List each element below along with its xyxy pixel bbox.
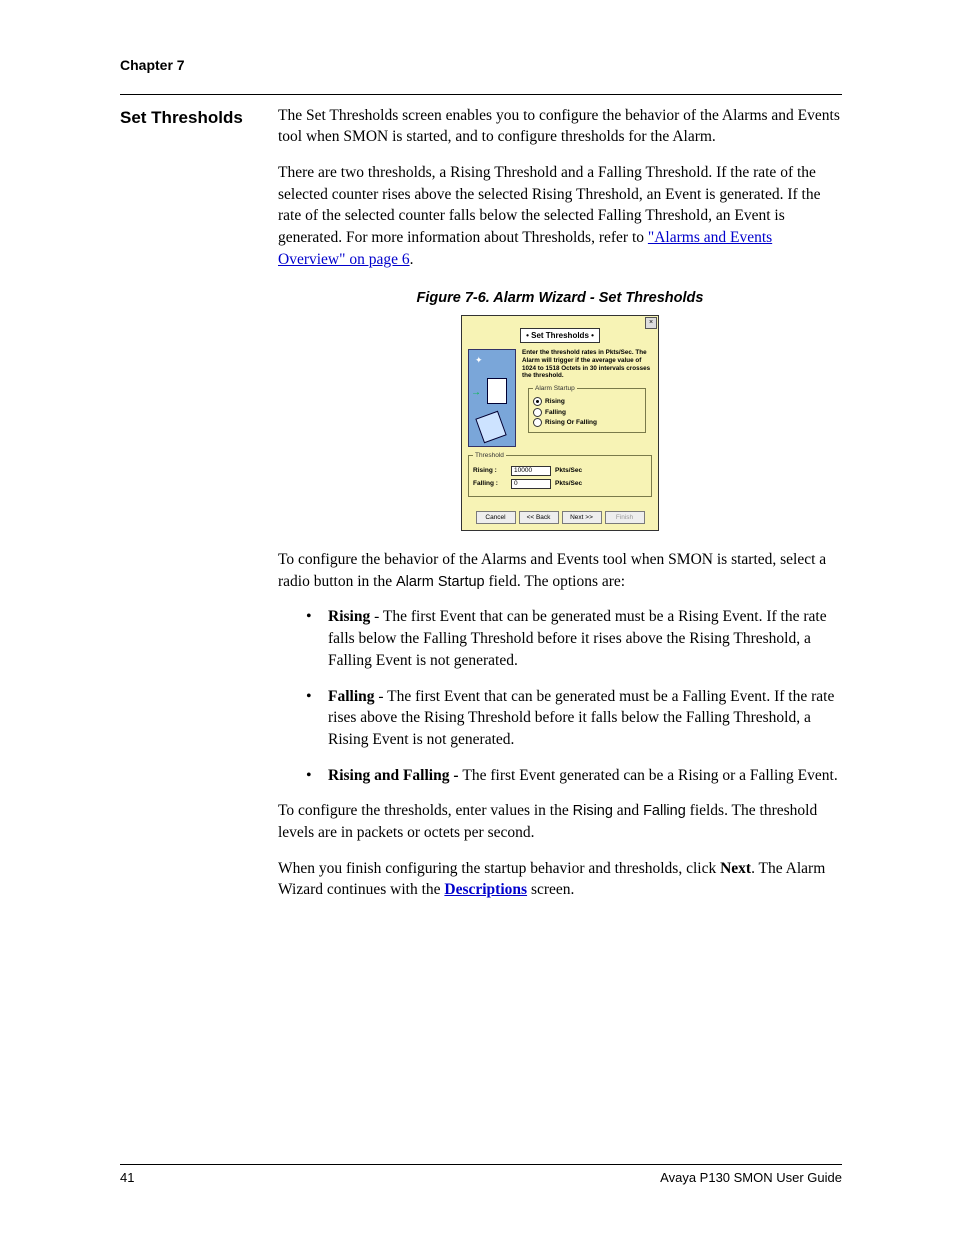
radio-rising-or-falling[interactable]: Rising Or Falling	[533, 418, 641, 427]
finish-button: Finish	[605, 511, 645, 524]
option-text: - The first Event that can be generated …	[328, 688, 834, 748]
next-button[interactable]: Next >>	[562, 511, 602, 524]
option-name: Rising	[328, 608, 370, 625]
text: screen.	[527, 881, 574, 898]
field-name: Alarm Startup	[396, 574, 485, 590]
rising-input[interactable]	[511, 466, 551, 476]
radio-icon	[533, 418, 542, 427]
figure-caption: Figure 7-6. Alarm Wizard - Set Threshold…	[278, 288, 842, 308]
list-item: Rising and Falling - The first Event gen…	[306, 765, 842, 787]
alarm-startup-group: Alarm Startup Rising Falling Rising Or F…	[528, 384, 646, 432]
paragraph-intro-1: The Set Thresholds screen enables you to…	[278, 105, 842, 148]
paragraph-next: When you finish configuring the startup …	[278, 858, 842, 901]
wizard-description: Enter the threshold rates in Pkts/Sec. T…	[522, 349, 652, 380]
wizard-graphic-icon: ✦ →	[468, 349, 516, 447]
option-name: Rising and Falling -	[328, 767, 462, 784]
unit-label: Pkts/Sec	[555, 479, 582, 488]
doc-title: Avaya P130 SMON User Guide	[660, 1169, 842, 1187]
link-descriptions[interactable]: Descriptions	[444, 881, 527, 898]
back-button[interactable]: << Back	[519, 511, 559, 524]
option-name: Falling	[328, 688, 375, 705]
page-number: 41	[120, 1169, 134, 1187]
list-item: Rising - The first Event that can be gen…	[306, 606, 842, 671]
radio-label: Falling	[545, 408, 566, 417]
radio-label: Rising Or Falling	[545, 418, 597, 427]
falling-input[interactable]	[511, 479, 551, 489]
cancel-button[interactable]: Cancel	[476, 511, 516, 524]
option-text: The first Event generated can be a Risin…	[462, 767, 837, 784]
alarm-startup-legend: Alarm Startup	[533, 384, 577, 393]
text: When you finish configuring the startup …	[278, 860, 720, 877]
unit-label: Pkts/Sec	[555, 466, 582, 475]
page-footer: 41 Avaya P130 SMON User Guide	[120, 1164, 842, 1187]
text: and	[613, 802, 643, 819]
wizard-title: • Set Thresholds •	[520, 328, 600, 343]
button-name: Next	[720, 860, 751, 877]
text: To configure the thresholds, enter value…	[278, 802, 573, 819]
threshold-legend: Threshold	[473, 451, 506, 460]
section-heading: Set Thresholds	[120, 105, 250, 915]
close-icon[interactable]: ×	[645, 317, 657, 329]
options-list: Rising - The first Event that can be gen…	[278, 606, 842, 786]
text: field. The options are:	[485, 573, 625, 590]
radio-label: Rising	[545, 397, 565, 406]
falling-label: Falling :	[473, 479, 507, 488]
footer-rule	[120, 1164, 842, 1165]
list-item: Falling - The first Event that can be ge…	[306, 686, 842, 751]
radio-icon	[533, 408, 542, 417]
radio-falling[interactable]: Falling	[533, 408, 641, 417]
radio-rising[interactable]: Rising	[533, 397, 641, 406]
wizard-dialog: × • Set Thresholds • ✦ → Enter the thres…	[461, 315, 659, 531]
threshold-group: Threshold Rising : Pkts/Sec Falling : Pk…	[468, 451, 652, 497]
paragraph-intro-2: There are two thresholds, a Rising Thres…	[278, 162, 842, 270]
field-name: Rising	[573, 803, 613, 819]
chapter-header: Chapter 7	[120, 56, 842, 76]
rising-label: Rising :	[473, 466, 507, 475]
paragraph-thresholds: To configure the thresholds, enter value…	[278, 800, 842, 843]
figure-container: × • Set Thresholds • ✦ → Enter the thres…	[278, 315, 842, 531]
radio-icon	[533, 397, 542, 406]
paragraph-options-intro: To configure the behavior of the Alarms …	[278, 549, 842, 592]
text: .	[410, 251, 414, 268]
option-text: - The first Event that can be generated …	[328, 608, 827, 668]
field-name: Falling	[643, 803, 686, 819]
